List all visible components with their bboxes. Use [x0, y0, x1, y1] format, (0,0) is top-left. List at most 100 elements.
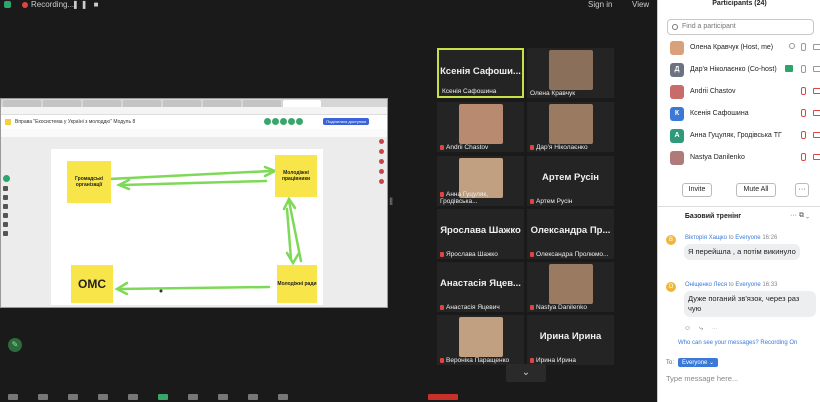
browser-tab[interactable] [163, 100, 201, 107]
sticky-tool-icon[interactable] [3, 213, 8, 218]
address-bar[interactable] [1, 107, 387, 115]
share-screen-icon[interactable] [158, 394, 168, 400]
participant-row[interactable]: Д Дар'я Ніколаєнко (Co-host) [658, 60, 820, 82]
camera-off-icon[interactable] [813, 154, 820, 160]
cursor-tool-icon[interactable] [3, 186, 8, 191]
mute-icon[interactable] [8, 394, 18, 400]
more-icon[interactable] [278, 394, 288, 400]
mic-icon[interactable] [801, 65, 806, 73]
record-icon[interactable] [188, 394, 198, 400]
muted-mic-icon[interactable] [801, 87, 806, 95]
invite-button[interactable]: Invite [682, 183, 712, 197]
browser-tab[interactable] [243, 100, 281, 107]
security-shield-icon[interactable] [4, 1, 11, 8]
participants-icon[interactable] [98, 394, 108, 400]
participant-list: Олена Кравчук (Host, me) Д Дар'я Ніколаєнк… [658, 38, 820, 170]
share-access-button[interactable]: Поділитися доступом [323, 118, 369, 125]
sign-in-link[interactable]: Sign in [588, 0, 612, 9]
split-divider-handle[interactable]: ‖ [389, 197, 393, 208]
pen-tool-icon[interactable] [3, 175, 10, 182]
participant-row[interactable]: К Ксенія Сафошина [658, 104, 820, 126]
annotate-pen-icon[interactable]: ✎ [8, 338, 22, 352]
tile-display-name: Олександра Пр... [530, 225, 611, 236]
video-tile[interactable]: Артем Русін Артем Русін [527, 156, 614, 206]
extension-icon[interactable] [379, 169, 384, 174]
sticky-note[interactable]: Молодіжні ради [277, 265, 317, 303]
to-label: To: [666, 359, 675, 366]
search-icon [672, 24, 678, 30]
extension-icon[interactable] [379, 149, 384, 154]
participant-name: Олена Кравчук (Host, me) [690, 44, 774, 51]
extension-icon[interactable] [379, 139, 384, 144]
video-tile[interactable]: Олена Кравчук [527, 48, 614, 98]
sticky-note[interactable]: ОМС [71, 265, 113, 303]
camera-off-icon[interactable] [813, 132, 820, 138]
participant-row[interactable]: Andrii Chastov [658, 82, 820, 104]
message-actions[interactable]: ☺ ⤷ ⋯ [684, 325, 721, 333]
muted-mic-icon[interactable] [801, 131, 806, 139]
muted-mic-icon [530, 198, 534, 204]
video-tile[interactable]: Ярослава Шажко Ярослава Шажко [437, 209, 524, 259]
participant-row[interactable]: Олена Кравчук (Host, me) [658, 38, 820, 60]
shared-screen[interactable]: Вправа "Екосистема у Україні з молоддю" … [0, 98, 388, 308]
browser-tab[interactable] [123, 100, 161, 107]
video-tile[interactable]: Анна Гуцуляк, Гродівська... [437, 156, 524, 206]
end-meeting-button[interactable] [428, 394, 458, 400]
camera-off-icon[interactable] [813, 88, 820, 94]
chat-title: Базовий тренінг [684, 213, 742, 220]
mic-icon[interactable] [801, 43, 806, 51]
apps-icon[interactable] [248, 394, 258, 400]
mute-all-button[interactable]: Mute All [736, 183, 776, 197]
browser-tab[interactable] [203, 100, 241, 107]
who-can-see-link[interactable]: Who can see your messages? Recording On [678, 340, 797, 346]
tile-display-name: Артем Русін [541, 172, 600, 183]
more-tools-icon[interactable] [3, 231, 8, 236]
scroll-down-button[interactable]: ⌄ [506, 364, 546, 382]
muted-mic-icon[interactable] [801, 153, 806, 161]
participant-search-input[interactable]: Find a participant [667, 19, 814, 35]
chat-icon[interactable] [128, 394, 138, 400]
tile-name-label: Вероніка Паращенко [440, 357, 509, 364]
extension-icon[interactable] [379, 159, 384, 164]
recording-controls[interactable]: ❚❚ ■ [72, 0, 100, 9]
browser-tab[interactable] [43, 100, 81, 107]
video-tile[interactable]: Ксенія Сафоши... Ксенія Сафошина [437, 48, 524, 98]
view-menu[interactable]: View [632, 0, 649, 9]
sticky-note[interactable]: Громадські організації [67, 161, 111, 203]
video-tile[interactable]: Ирина Ирина Ирина Ирина [527, 315, 614, 365]
left-toolbar [3, 175, 11, 236]
shape-tool-icon[interactable] [3, 204, 8, 209]
extension-icon[interactable] [379, 179, 384, 184]
chat-message-input[interactable]: Type message here... [666, 374, 738, 383]
video-tile[interactable]: Andrii Chastov [437, 102, 524, 152]
more-options-button[interactable]: ··· [795, 183, 809, 197]
frame-tool-icon[interactable] [3, 222, 8, 227]
muted-mic-icon [440, 304, 444, 310]
recipient-select[interactable]: Everyone ⌄ [678, 358, 719, 367]
text-tool-icon[interactable] [3, 195, 8, 200]
video-tile[interactable]: Nastya Danilenko [527, 262, 614, 312]
video-tile[interactable]: Олександра Пр... Олександра Пролюмо... [527, 209, 614, 259]
recording-indicator[interactable]: Recording... [22, 0, 74, 9]
muted-mic-icon[interactable] [801, 109, 806, 117]
participant-row[interactable]: А Анна Гуцуляк, Гродівська ТГ [658, 126, 820, 148]
whiteboard-canvas[interactable]: Громадські організації Молодіжні працівн… [51, 149, 323, 305]
camera-icon[interactable] [813, 66, 820, 72]
video-tile[interactable]: Анастасія Яцев... Анастасія Яцевич [437, 262, 524, 312]
browser-tab-active[interactable] [283, 100, 321, 107]
reactions-icon[interactable] [218, 394, 228, 400]
video-tile[interactable]: Дар'я Ніколаєнко [527, 102, 614, 152]
board-title: Вправа "Екосистема у Україні з молоддю" … [15, 119, 136, 125]
security-icon[interactable] [68, 394, 78, 400]
camera-off-icon[interactable] [813, 110, 820, 116]
participant-row[interactable]: Nastya Danilenko [658, 148, 820, 170]
video-icon[interactable] [38, 394, 48, 400]
participant-name: Nastya Danilenko [690, 154, 745, 161]
camera-icon[interactable] [813, 44, 820, 50]
chat-options-icon[interactable]: ··· ⧉ ⌄ [790, 212, 809, 220]
browser-tab[interactable] [83, 100, 121, 107]
avatar: К [670, 107, 684, 121]
sticky-note[interactable]: Молодіжні працівники [275, 155, 317, 197]
browser-tab[interactable] [3, 100, 41, 107]
video-tile[interactable]: Вероніка Паращенко [437, 315, 524, 365]
